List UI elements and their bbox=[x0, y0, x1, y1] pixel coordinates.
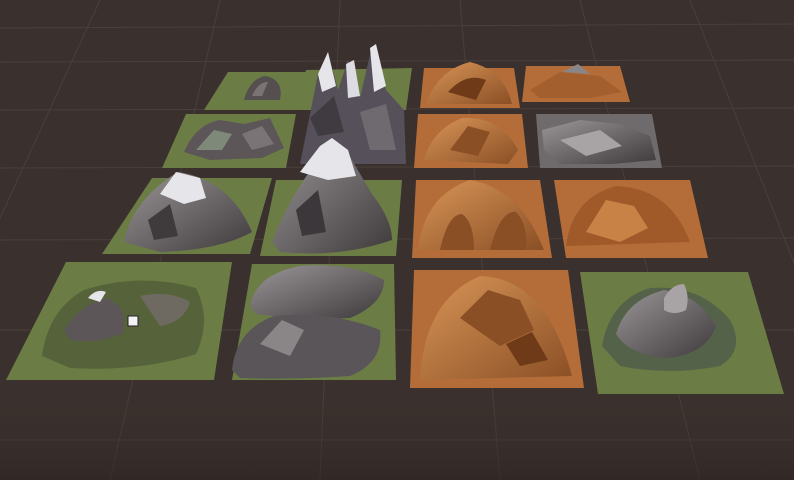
scene-viewport[interactable] bbox=[0, 0, 794, 480]
sand-craggy-tile[interactable] bbox=[410, 270, 584, 388]
sand-rough-tile[interactable] bbox=[414, 114, 528, 168]
sand-rubble-tile[interactable] bbox=[554, 180, 708, 258]
sand-dome-tile[interactable] bbox=[420, 62, 520, 108]
sand-arches-tile[interactable] bbox=[412, 180, 552, 258]
gizmo-icon[interactable] bbox=[127, 315, 139, 327]
terrain-scene bbox=[0, 0, 794, 480]
grey-slabs-tile[interactable] bbox=[536, 114, 662, 168]
rocky-ridges-tile[interactable] bbox=[232, 264, 396, 380]
sand-flat-rock-tile[interactable] bbox=[522, 64, 630, 102]
ground-fade bbox=[0, 390, 794, 480]
